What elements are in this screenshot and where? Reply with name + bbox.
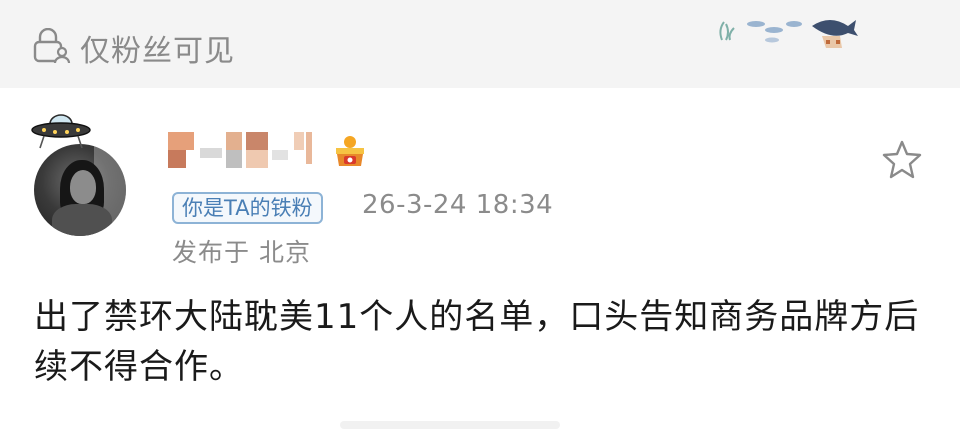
author-avatar-container[interactable] [30, 106, 130, 236]
ocean-fish-decoration-icon [712, 6, 862, 52]
avatar[interactable] [34, 144, 126, 236]
favorite-star-button[interactable] [880, 138, 924, 182]
lock-person-icon [32, 27, 72, 64]
ufo-icon [30, 106, 92, 150]
star-icon [882, 140, 922, 179]
post-card: 你是TA的铁粉 26-3-24 18:34 发布于 北京 出了禁环大陆耽美11个… [0, 88, 960, 429]
visibility-label: 仅粉丝可见 [80, 34, 235, 69]
divider [340, 421, 560, 429]
post-timestamp: 26-3-24 18:34 [362, 190, 554, 220]
visibility-header: 仅粉丝可见 [0, 0, 960, 88]
post-location: 发布于 北京 [172, 238, 311, 267]
fan-status-badge: 你是TA的铁粉 [172, 192, 323, 224]
post-content: 出了禁环大陆耽美11个人的名单，口头告知商务品牌方后续不得合作。 [34, 297, 920, 387]
crown-badge-icon [330, 134, 370, 168]
